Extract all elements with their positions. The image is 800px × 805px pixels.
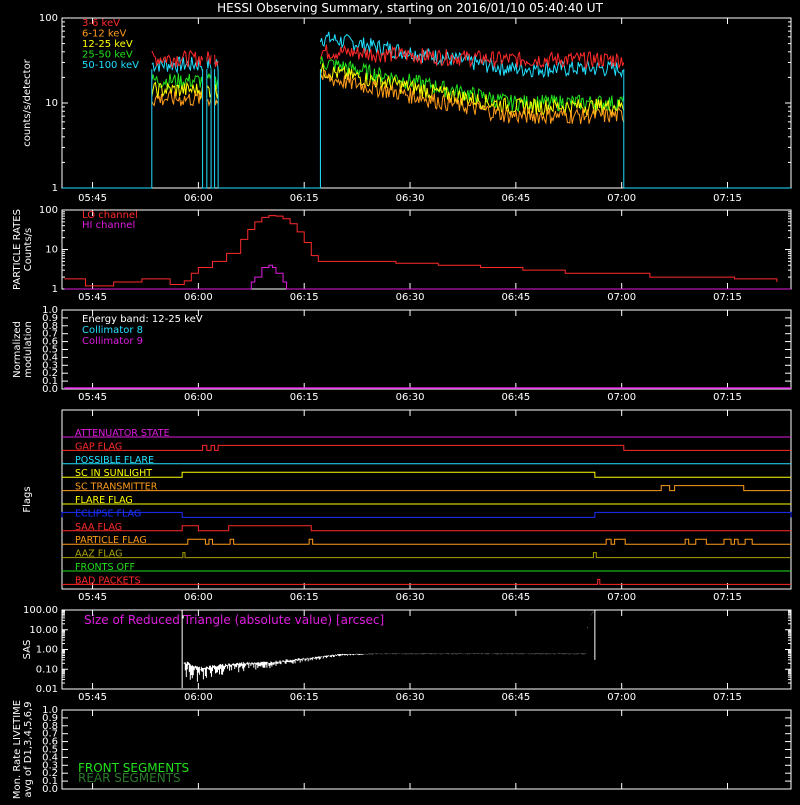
y-tick-label: 10	[45, 245, 58, 256]
x-tick-label: 07:00	[607, 692, 636, 703]
summary-plot-canvas: HESSI Observing Summary, starting on 201…	[0, 0, 800, 800]
x-tick-label: 06:30	[396, 292, 425, 303]
y-tick-label: 0.10	[36, 664, 58, 675]
x-tick-label: 06:30	[396, 592, 425, 603]
x-tick-label: 07:15	[713, 193, 742, 204]
legend-entry: 25-50 keV	[82, 50, 133, 61]
x-tick-label: 06:00	[184, 292, 213, 303]
x-tick-label: 07:00	[607, 592, 636, 603]
x-tick-label: 07:15	[713, 292, 742, 303]
x-tick-label: 07:00	[607, 193, 636, 204]
y-axis-label: SAS	[22, 640, 33, 660]
x-tick-label: 06:45	[501, 292, 530, 303]
x-tick-label: 06:45	[501, 692, 530, 703]
x-tick-label: 07:00	[607, 392, 636, 403]
x-tick-label: 06:30	[396, 193, 425, 204]
legend-entry: 6-12 keV	[82, 29, 126, 40]
x-tick-label: 06:45	[501, 392, 530, 403]
x-tick-label: 06:00	[184, 392, 213, 403]
x-tick-label: 05:45	[78, 193, 107, 204]
legend-entry: 12-25 keV	[82, 39, 133, 50]
x-tick-label: 07:00	[607, 292, 636, 303]
legend-entry: Collimator 9	[82, 336, 143, 347]
x-tick-label: 06:15	[290, 392, 319, 403]
x-tick-label: 05:45	[78, 692, 107, 703]
x-tick-label: 06:45	[501, 193, 530, 204]
x-tick-label: 06:00	[184, 592, 213, 603]
y-axis-label: Normalizedmodulation	[12, 321, 34, 378]
y-tick-label: 100	[39, 13, 58, 24]
y-tick-label: 10.00	[29, 625, 58, 636]
legend-entry: 50-100 keV	[82, 60, 139, 71]
x-tick-label: 06:30	[396, 692, 425, 703]
y-axis-label: Flags	[22, 486, 33, 512]
observing-summary-figure: HESSI Observing Summary, starting on 201…	[0, 0, 800, 800]
flag-label: ECLIPSE FLAG	[75, 508, 141, 519]
x-tick-label: 06:15	[290, 193, 319, 204]
y-tick-label: 1.0	[42, 705, 58, 716]
y-tick-label: 100.00	[23, 605, 58, 616]
sas-panel-title: Size of Reduced Triangle (absolute value…	[84, 613, 384, 627]
x-tick-label: 05:45	[78, 592, 107, 603]
y-tick-label: 1.0	[42, 305, 58, 316]
legend-entry: 3-6 keV	[82, 18, 120, 29]
x-tick-label: 05:45	[78, 292, 107, 303]
y-tick-label: 0.01	[36, 684, 58, 695]
x-tick-label: 06:15	[290, 592, 319, 603]
y-tick-label: 10	[45, 98, 58, 109]
y-axis-label: counts/s/detector	[22, 58, 33, 146]
x-tick-label: 06:15	[290, 292, 319, 303]
legend-entry: HI channel	[82, 220, 135, 231]
x-tick-label: 07:15	[713, 592, 742, 603]
y-tick-label: 1	[52, 284, 58, 295]
x-tick-label: 07:15	[713, 392, 742, 403]
y-tick-label: 1.00	[36, 645, 58, 656]
y-tick-label: 1	[52, 183, 58, 194]
y-tick-label: 100	[39, 205, 58, 216]
x-tick-label: 06:00	[184, 193, 213, 204]
x-tick-label: 07:15	[713, 692, 742, 703]
x-tick-label: 06:15	[290, 692, 319, 703]
legend-entry: REAR SEGMENTS	[78, 771, 181, 785]
legend-entry: Energy band: 12-25 keV	[82, 314, 203, 325]
figure-title: HESSI Observing Summary, starting on 201…	[217, 1, 603, 15]
x-tick-label: 05:45	[78, 392, 107, 403]
x-tick-label: 06:00	[184, 692, 213, 703]
legend-entry: Collimator 8	[82, 325, 143, 336]
x-tick-label: 06:45	[501, 592, 530, 603]
x-tick-label: 06:30	[396, 392, 425, 403]
y-axis-label: Mon. Rate LIVETIMEavg of D1,3,4,5,6,9	[12, 700, 34, 799]
